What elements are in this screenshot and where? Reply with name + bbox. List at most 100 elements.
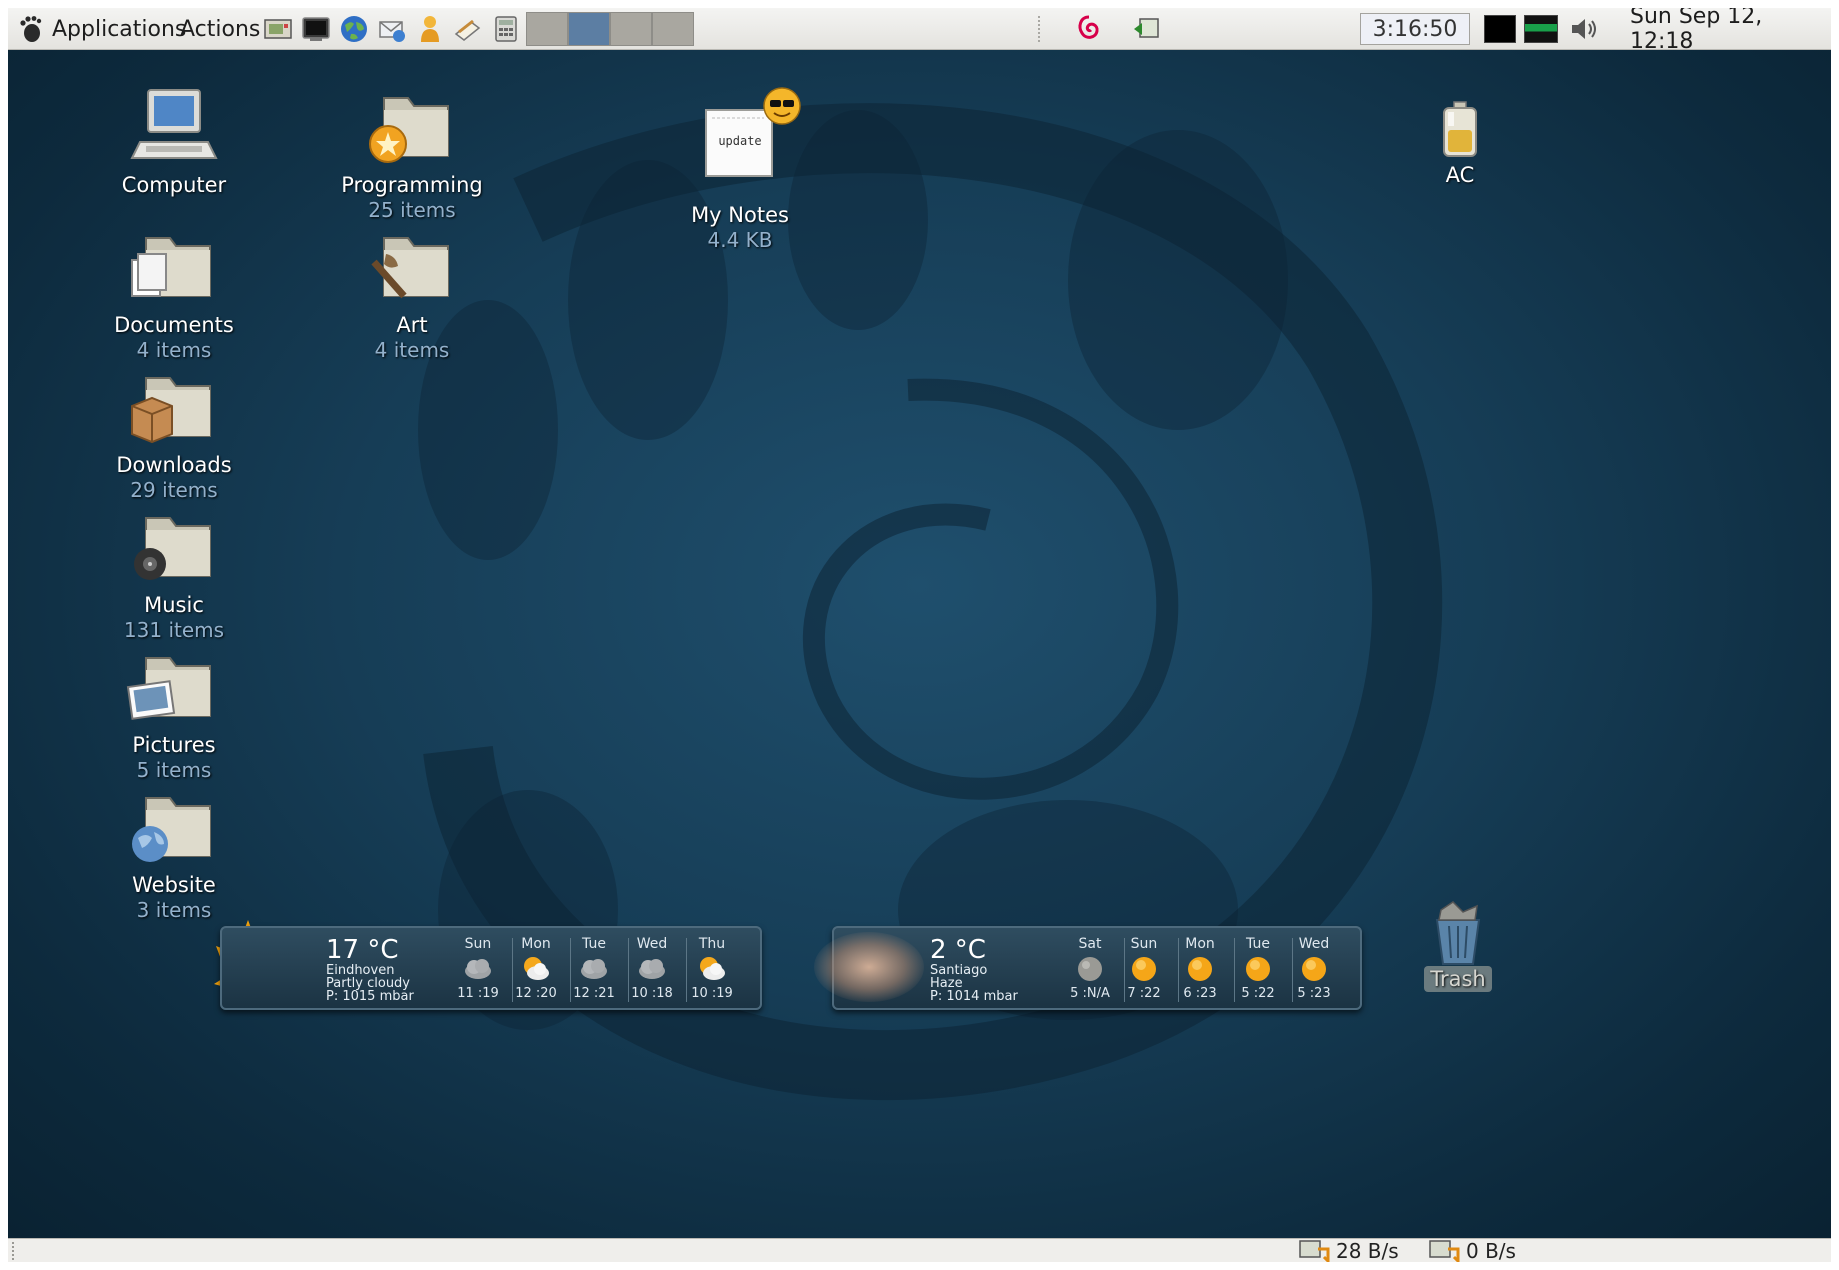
desktop-icon-label: Documents	[114, 313, 234, 337]
forecast-day: Tue	[582, 936, 606, 952]
forecast-range: 5 :23	[1297, 986, 1331, 1001]
terminal-icon[interactable]	[300, 13, 332, 45]
desktop-icon-programming[interactable]: Programming 25 items	[302, 86, 522, 223]
panel-clock[interactable]: 3:16:50	[1360, 13, 1470, 45]
forecast-range: 12 :21	[573, 986, 615, 1001]
weather-temperature: 2 °C	[930, 935, 986, 965]
programming-folder-icon	[364, 86, 460, 166]
forecast-range: 5 :22	[1241, 986, 1275, 1001]
forecast-day: Sat	[1078, 936, 1102, 952]
net-download-monitor[interactable]: 28 B/s	[1298, 1239, 1399, 1262]
workspace-4[interactable]	[652, 12, 694, 46]
forecast-day: Mon	[1185, 936, 1215, 952]
desktop-icon-subtitle: 3 items	[136, 898, 212, 922]
desktop[interactable]: Computer Documents 4 items Downloads 29 …	[8, 50, 1831, 1238]
speaker-icon[interactable]	[1568, 8, 1602, 50]
cloudy-icon	[564, 954, 624, 984]
actions-menu[interactable]: Actions	[180, 8, 260, 50]
network-upload-icon	[1429, 1240, 1460, 1262]
desktop-icon-label: Trash	[1424, 966, 1492, 992]
music-folder-icon	[126, 506, 222, 586]
top-panel: Applications Actions 3:16:50 Sun Sep 12,…	[8, 8, 1831, 54]
desktop-icon-subtitle: 131 items	[123, 618, 225, 642]
desktop-icon-subtitle: 4 items	[374, 338, 450, 362]
desktop-icon-subtitle: 29 items	[130, 478, 218, 502]
applications-menu[interactable]: Applications	[52, 8, 186, 50]
forecast-range: 10 :18	[631, 986, 673, 1001]
desktop-icon-label: Website	[132, 873, 216, 897]
text-file-icon: update	[692, 86, 801, 196]
desktop-icon-pictures[interactable]: Pictures 5 items	[64, 646, 284, 783]
screen: Applications Actions 3:16:50 Sun Sep 12,…	[8, 8, 1831, 1262]
cpu-monitor-icon[interactable]	[1484, 8, 1516, 50]
desktop-icon-subtitle: 5 items	[136, 758, 212, 782]
desktop-icon-my-notes[interactable]: update My Notes 4.4 KB	[630, 86, 850, 253]
desktop-icon-downloads[interactable]: Downloads 29 items	[64, 366, 284, 503]
forecast-day: Tue	[1246, 936, 1270, 952]
weather-widget-eindhoven[interactable]: 17 °C Eindhoven Partly cloudy P: 1015 mb…	[220, 926, 762, 1010]
desktop-icon-website[interactable]: Website 3 items	[64, 786, 284, 923]
forecast-day: Sun	[464, 936, 492, 952]
pictures-folder-icon	[126, 646, 222, 726]
desktop-icon-subtitle: 4.4 KB	[707, 228, 773, 252]
desktop-icon-subtitle: 4 items	[136, 338, 212, 362]
trash-icon	[1423, 900, 1493, 966]
desktop-icon-computer[interactable]: Computer	[64, 86, 284, 198]
panel-grip[interactable]	[12, 1242, 16, 1260]
desktop-icon-label: Programming	[341, 173, 483, 197]
forecast-range: 5 :N/A	[1070, 986, 1110, 1001]
network-monitor-icon[interactable]	[1132, 8, 1162, 50]
desktop-icon-ac[interactable]: AC	[1354, 100, 1566, 188]
desktop-icon-label: My Notes	[691, 203, 789, 227]
forecast-range: 11 :19	[457, 986, 499, 1001]
panel-separator	[1038, 8, 1042, 50]
workspace-3[interactable]	[610, 12, 652, 46]
calculator-icon[interactable]	[490, 13, 522, 45]
memory-monitor-icon[interactable]	[1524, 8, 1558, 50]
network-download-icon	[1299, 1240, 1330, 1262]
email-icon[interactable]	[376, 13, 408, 45]
forecast-range: 7 :22	[1127, 986, 1161, 1001]
website-folder-icon	[126, 786, 222, 866]
chat-icon[interactable]	[414, 13, 446, 45]
battery-icon	[1435, 100, 1485, 160]
forecast-day: Mon	[521, 936, 551, 952]
desktop-icon-art[interactable]: Art 4 items	[302, 226, 522, 363]
desktop-icon-subtitle: 25 items	[368, 198, 456, 222]
art-folder-icon	[364, 226, 460, 306]
workspace-1[interactable]	[526, 12, 568, 46]
desktop-icon-label: Pictures	[132, 733, 216, 757]
computer-icon	[126, 86, 222, 166]
forecast-range: 10 :19	[691, 986, 733, 1001]
workspace-2[interactable]	[568, 12, 610, 46]
sun-icon	[1228, 954, 1288, 984]
downloads-folder-icon	[126, 366, 222, 446]
weather-temperature: 17 °C	[326, 935, 399, 965]
web-browser-icon[interactable]	[338, 13, 370, 45]
desktop-icon-label: Art	[396, 313, 428, 337]
cloudy-icon	[622, 954, 682, 984]
weather-pressure: P: 1015 mbar	[326, 989, 414, 1004]
weather-widget-santiago[interactable]: 2 °C Santiago Haze P: 1014 mbar Sat 5 :N…	[814, 926, 1362, 1010]
net-upload-monitor[interactable]: 0 B/s	[1428, 1239, 1516, 1262]
cloudy-icon	[448, 954, 508, 984]
desktop-icon-documents[interactable]: Documents 4 items	[64, 226, 284, 363]
partly-cloudy-icon	[506, 954, 566, 984]
desktop-icon-label: AC	[1445, 163, 1475, 187]
sunglasses-emblem-icon	[763, 87, 801, 125]
sun-icon	[1170, 954, 1230, 984]
moon-icon	[1060, 954, 1120, 984]
debian-swirl-icon[interactable]	[1074, 8, 1104, 50]
text-editor-icon[interactable]	[452, 13, 484, 45]
desktop-icon-label: Computer	[121, 173, 227, 197]
weather-pressure: P: 1014 mbar	[930, 989, 1018, 1004]
desktop-icon-trash[interactable]: Trash	[1352, 900, 1564, 992]
gnome-foot-icon[interactable]	[18, 8, 44, 50]
panel-datetime[interactable]: Sun Sep 12, 12:18	[1630, 8, 1831, 54]
note-file-text: update	[718, 134, 762, 148]
haze-icon	[814, 932, 924, 1002]
forecast-day: Wed	[1298, 936, 1330, 952]
bottom-panel: 28 B/s 0 B/s	[8, 1238, 1831, 1262]
desktop-icon-music[interactable]: Music 131 items	[64, 506, 284, 643]
screenshot-icon[interactable]	[262, 13, 294, 45]
